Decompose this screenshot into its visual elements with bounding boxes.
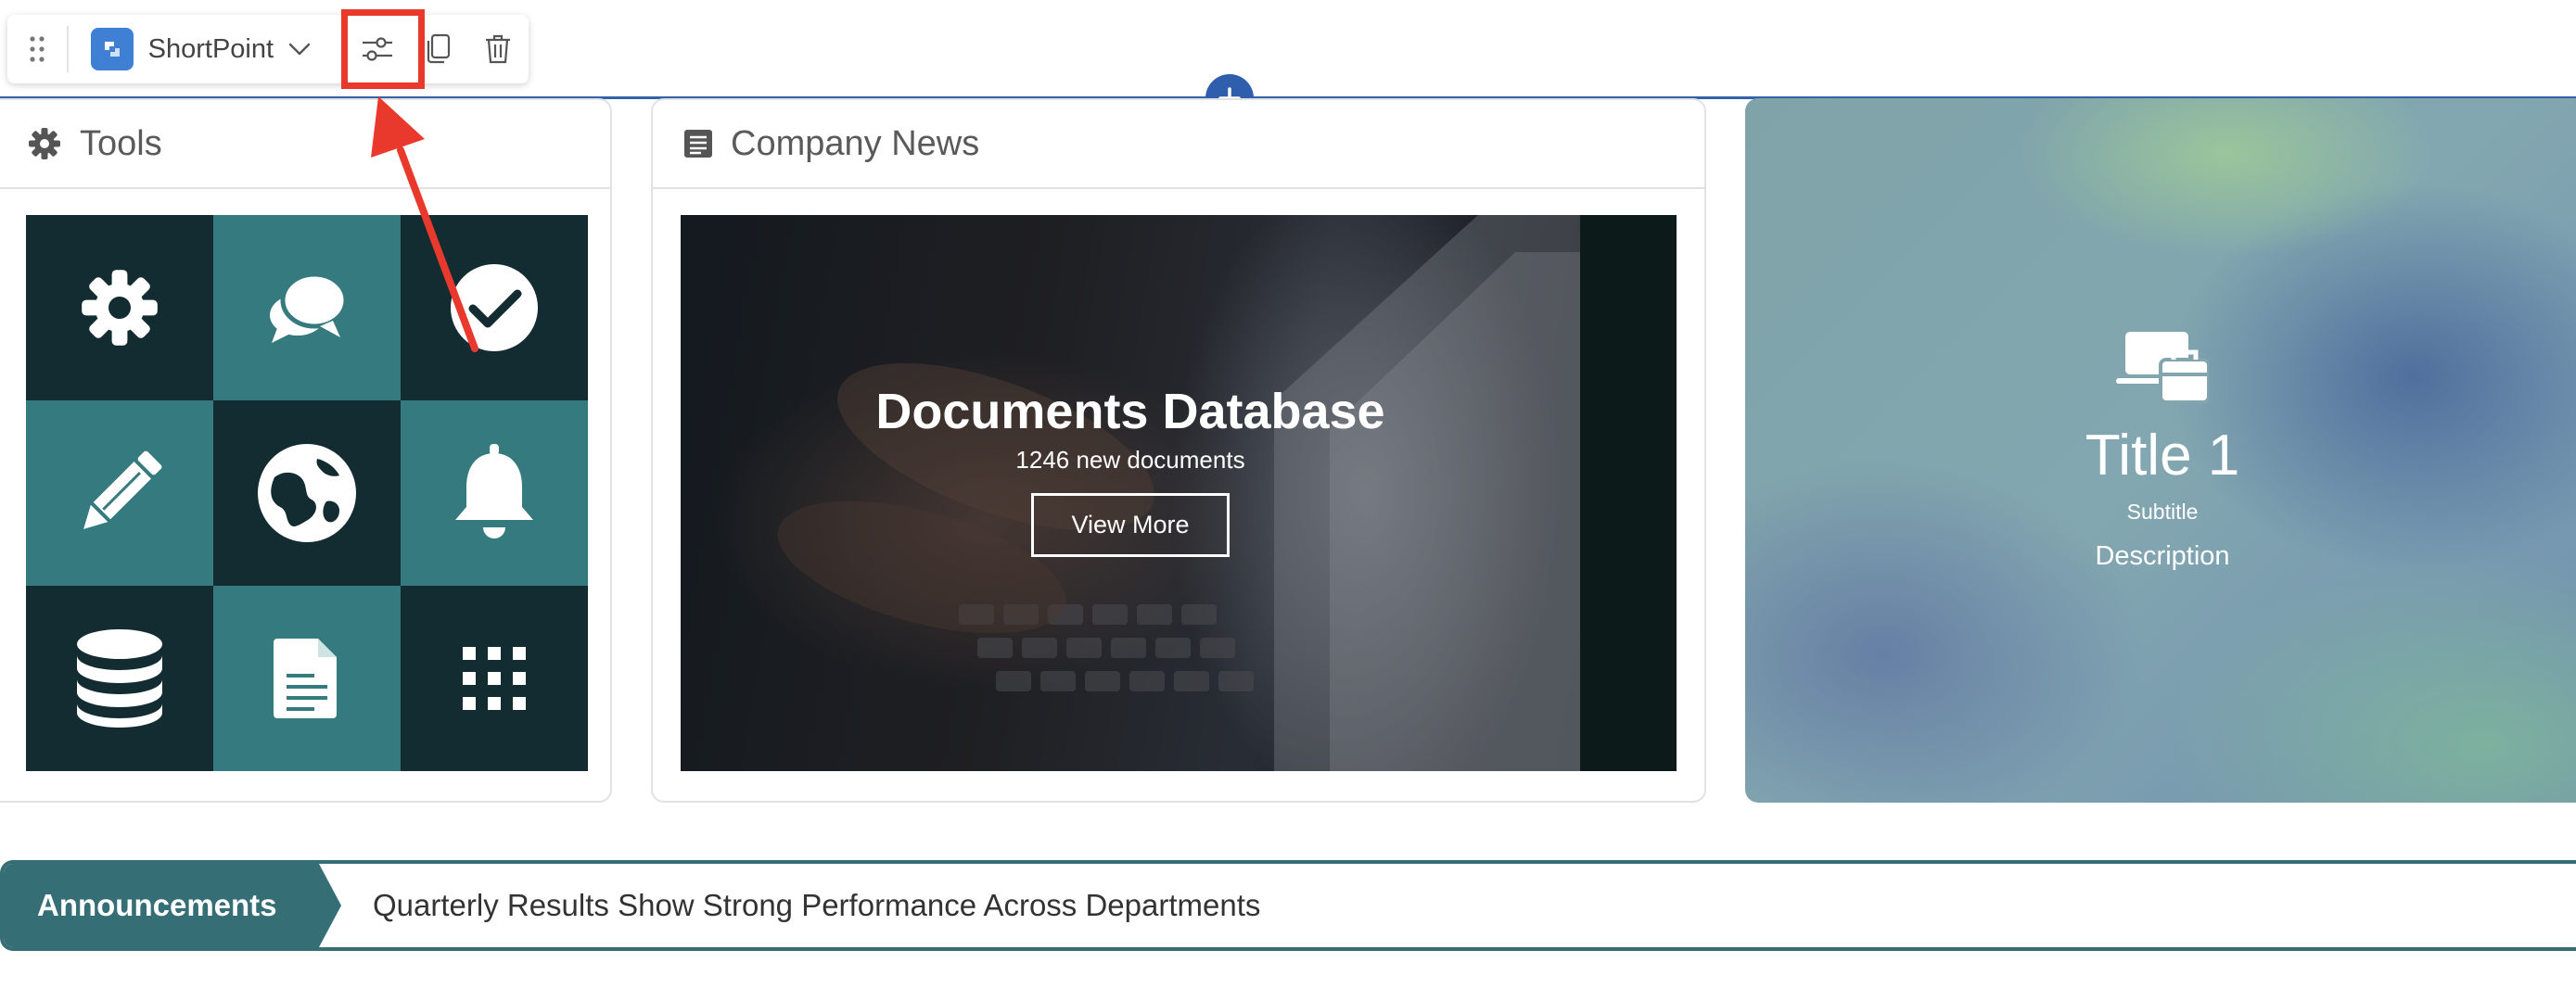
globe-icon xyxy=(258,444,356,542)
tools-tile-grid xyxy=(26,215,588,771)
announcements-label-arrow xyxy=(319,864,341,947)
chat-bubbles-icon xyxy=(270,272,349,343)
bell-icon xyxy=(455,444,533,538)
tool-tile-apps[interactable] xyxy=(401,586,588,771)
tool-tile-tasks[interactable] xyxy=(401,215,588,400)
company-news-card-title: Company News xyxy=(731,123,980,163)
news-banner-subtitle: 1246 new documents xyxy=(1015,446,1245,474)
tool-tile-chat[interactable] xyxy=(213,215,401,400)
drag-handle[interactable] xyxy=(7,15,67,83)
news-banner-content: Documents Database 1246 new documents Vi… xyxy=(681,215,1580,771)
tool-tile-notifications[interactable] xyxy=(401,400,588,586)
laptop-briefcase-icon xyxy=(2116,331,2209,404)
shortpoint-logo-icon xyxy=(90,28,134,70)
trash-icon xyxy=(486,34,511,64)
gear-icon xyxy=(82,270,158,346)
hero-content: Title 1 Subtitle Description xyxy=(1745,98,2576,803)
tool-tile-documents[interactable] xyxy=(213,586,401,771)
brand-name: ShortPoint xyxy=(147,33,274,64)
company-news-card-header: Company News xyxy=(653,100,1704,189)
drag-handle-icon xyxy=(30,36,45,62)
announcement-item[interactable]: Quarterly Results Show Strong Performanc… xyxy=(373,864,1260,947)
document-icon xyxy=(274,639,337,718)
hero-tile[interactable]: Title 1 Subtitle Description xyxy=(1745,98,2576,803)
copy-icon xyxy=(427,33,450,64)
tool-tile-edit[interactable] xyxy=(26,400,213,586)
web-part-toolbar: ShortPoint xyxy=(7,15,529,83)
database-icon xyxy=(77,629,162,728)
settings-highlight-box xyxy=(341,9,425,89)
tool-tile-settings[interactable] xyxy=(26,215,213,400)
announcements-ticker: Announcements Quarterly Results Show Str… xyxy=(0,860,2576,951)
news-banner[interactable]: Documents Database 1246 new documents Vi… xyxy=(681,215,1677,771)
tools-card: Tools xyxy=(0,98,612,803)
delete-button[interactable] xyxy=(467,15,529,83)
news-banner-title: Documents Database xyxy=(875,384,1385,439)
check-circle-icon xyxy=(451,264,538,351)
hero-description: Description xyxy=(2095,540,2230,571)
tool-tile-database[interactable] xyxy=(26,586,213,771)
company-news-card: Company News Documents Database 1246 new… xyxy=(651,98,1706,803)
hero-subtitle: Subtitle xyxy=(2126,499,2199,524)
hero-title: Title 1 xyxy=(2085,423,2240,488)
gear-icon xyxy=(29,128,60,159)
view-more-button[interactable]: View More xyxy=(1031,493,1230,557)
tool-tile-web[interactable] xyxy=(213,400,401,586)
toolbar-separator xyxy=(66,26,69,72)
announcements-label: Announcements xyxy=(4,864,319,947)
apps-grid-icon xyxy=(463,647,526,710)
pencil-icon xyxy=(83,450,162,529)
chevron-down-icon[interactable] xyxy=(288,43,311,56)
tools-card-header: Tools xyxy=(0,100,610,189)
newspaper-icon xyxy=(684,130,712,158)
brand-selector[interactable]: ShortPoint xyxy=(90,15,311,83)
tools-card-title: Tools xyxy=(80,123,162,163)
